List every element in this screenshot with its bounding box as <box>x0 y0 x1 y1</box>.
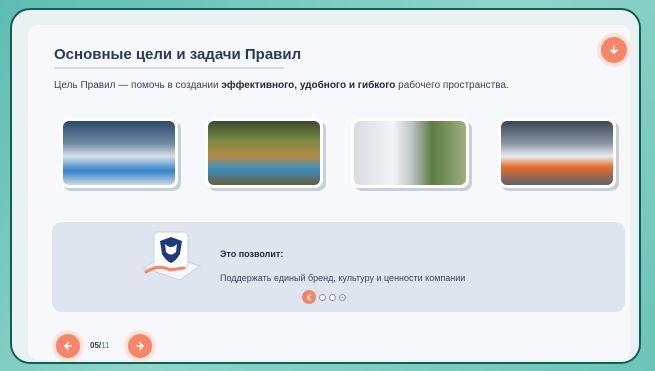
title-divider <box>54 67 284 69</box>
info-text: Поддержать единый бренд, культуру и ценн… <box>220 273 466 283</box>
office-lobby-photo <box>60 118 178 188</box>
page-counter: 05/11 <box>90 341 110 350</box>
arrow-left-icon <box>306 293 311 301</box>
slide-description: Цель Правил — помочь в создании эффектив… <box>54 80 509 91</box>
arrow-down-icon <box>610 45 618 54</box>
meeting-room-photo <box>498 118 616 188</box>
next-slide-button[interactable] <box>128 334 152 358</box>
arrow-left-icon <box>64 342 72 350</box>
arrow-right-icon <box>136 342 144 350</box>
page-current: 05 <box>90 341 99 350</box>
brand-shield-illustration <box>142 231 202 281</box>
prev-slide-button[interactable] <box>56 334 80 358</box>
corridor-photo <box>351 118 469 188</box>
carousel-dot-3[interactable] <box>329 293 336 301</box>
carousel-dots <box>302 290 346 304</box>
carousel-dot-2[interactable] <box>319 293 326 301</box>
carousel-dot-4[interactable] <box>339 293 346 301</box>
description-prefix: Цель Правил — помочь в создании <box>54 80 222 91</box>
lounge-area-photo <box>205 118 323 188</box>
slide-title: Основные цели и задачи Правил <box>54 46 302 63</box>
carousel-prev-dot[interactable] <box>302 290 316 304</box>
scroll-down-button[interactable] <box>601 37 627 63</box>
info-heading: Это позволит: <box>220 249 284 259</box>
description-bold: эффективного, удобного и гибкого <box>221 80 396 91</box>
description-suffix: рабочего пространства. <box>395 80 509 91</box>
page-total: 11 <box>101 341 110 350</box>
